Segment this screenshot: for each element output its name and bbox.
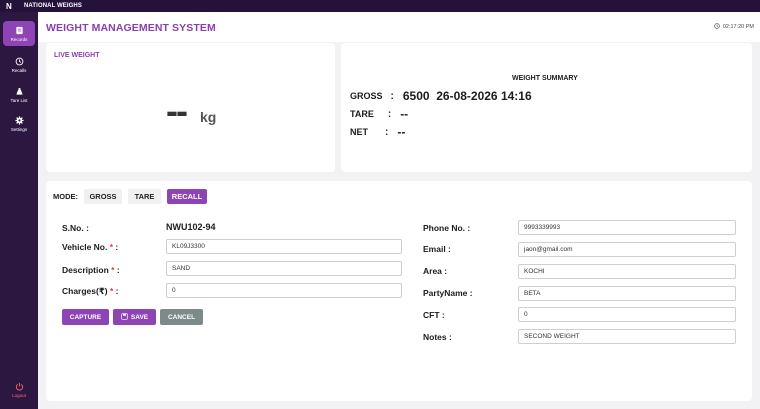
sidebar-item-label: Tare List xyxy=(10,98,28,103)
cancel-button[interactable]: CANCEL xyxy=(160,309,203,325)
mode-gross-button[interactable]: GROSS xyxy=(84,189,122,204)
app-logo: N xyxy=(6,1,12,11)
records-icon xyxy=(14,25,24,35)
tare-row: TARE : -- xyxy=(350,107,408,121)
clock: 02:17:20 PM xyxy=(714,23,754,31)
party-name-label: PartyName : xyxy=(423,288,473,298)
live-weight-value: -- xyxy=(166,90,188,131)
charges-label: Charges(₹) * : xyxy=(62,286,119,296)
area-label: Area : xyxy=(423,266,448,276)
description-input[interactable]: SAND xyxy=(166,261,402,276)
sidebar-item-records[interactable]: Records xyxy=(3,21,35,46)
capture-button[interactable]: CAPTURE xyxy=(62,309,109,325)
mode-recall-button[interactable]: RECALL xyxy=(167,189,207,204)
weight-summary-card: WEIGHT SUMMARY GROSS : 6500 26-08-2026 1… xyxy=(341,43,752,172)
mode-label: MODE: xyxy=(53,192,78,201)
logout-button[interactable]: Logout xyxy=(3,377,35,402)
gross-colon: : xyxy=(390,90,394,102)
tare-colon: : xyxy=(387,108,392,120)
phone-label: Phone No. : xyxy=(423,223,471,233)
live-weight-card: LIVE WEIGHT -- kg xyxy=(46,43,335,172)
history-icon xyxy=(14,56,24,66)
app-title: NATIONAL WEIGHS xyxy=(24,3,82,9)
party-name-input[interactable]: BETA xyxy=(518,286,736,301)
vehicle-input[interactable]: KL09J3300 xyxy=(166,239,402,254)
net-colon: : xyxy=(385,126,389,138)
gross-value: 6500 26-08-2026 14:16 xyxy=(402,89,532,103)
clock-time: 02:17:20 PM xyxy=(722,24,754,30)
sidebar-item-tare-list[interactable]: Tare List xyxy=(3,82,35,107)
mode-tare-button[interactable]: TARE xyxy=(128,189,161,204)
record-form-card: MODE: GROSS TARE RECALL S.No. : NWU102-9… xyxy=(46,181,752,401)
vehicle-label: Vehicle No. * : xyxy=(62,242,119,252)
phone-input[interactable]: 9993339993 xyxy=(518,220,736,235)
sno-label: S.No. : xyxy=(62,223,89,233)
notes-input[interactable]: SECOND WEIGHT xyxy=(518,329,736,344)
email-input[interactable]: jaon@gmail.com xyxy=(518,242,736,257)
cft-input[interactable]: 0 xyxy=(518,307,736,322)
sidebar: Records Recalls Tare List Settings Logou… xyxy=(0,12,38,409)
tare-value: -- xyxy=(400,107,409,121)
cft-label: CFT : xyxy=(423,310,445,320)
net-row: NET : -- xyxy=(350,125,405,139)
sidebar-item-label: Settings xyxy=(10,127,28,132)
scale-icon xyxy=(14,86,24,96)
sidebar-item-recalls[interactable]: Recalls xyxy=(3,52,35,77)
save-icon xyxy=(121,312,128,322)
clock-icon xyxy=(714,23,720,31)
gear-icon xyxy=(14,115,24,125)
tare-label: TARE xyxy=(350,109,374,119)
header: WEIGHT MANAGEMENT SYSTEM 02:17:20 PM xyxy=(38,12,760,42)
net-label: NET xyxy=(350,127,368,137)
sidebar-item-settings[interactable]: Settings xyxy=(3,111,35,136)
weight-summary-title: WEIGHT SUMMARY xyxy=(512,75,578,82)
sno-value: NWU102-94 xyxy=(166,222,216,232)
email-label: Email : xyxy=(423,244,451,254)
save-button[interactable]: SAVE xyxy=(113,309,156,325)
live-weight-unit: kg xyxy=(200,109,217,125)
sidebar-item-label: Records xyxy=(10,37,28,42)
gross-label: GROSS xyxy=(350,91,383,101)
live-weight-title: LIVE WEIGHT xyxy=(54,52,100,59)
title-bar: N NATIONAL WEIGHS xyxy=(0,0,760,12)
description-label: Description * : xyxy=(62,265,120,275)
power-icon xyxy=(14,381,24,391)
page-title: WEIGHT MANAGEMENT SYSTEM xyxy=(46,22,216,34)
charges-input[interactable]: 0 xyxy=(166,283,402,298)
gross-row: GROSS : 6500 26-08-2026 14:16 xyxy=(350,89,532,103)
sidebar-item-label: Recalls xyxy=(11,68,27,73)
logout-label: Logout xyxy=(12,393,26,398)
net-value: -- xyxy=(397,125,406,139)
notes-label: Notes : xyxy=(423,332,452,342)
area-input[interactable]: KOCHI xyxy=(518,264,736,279)
